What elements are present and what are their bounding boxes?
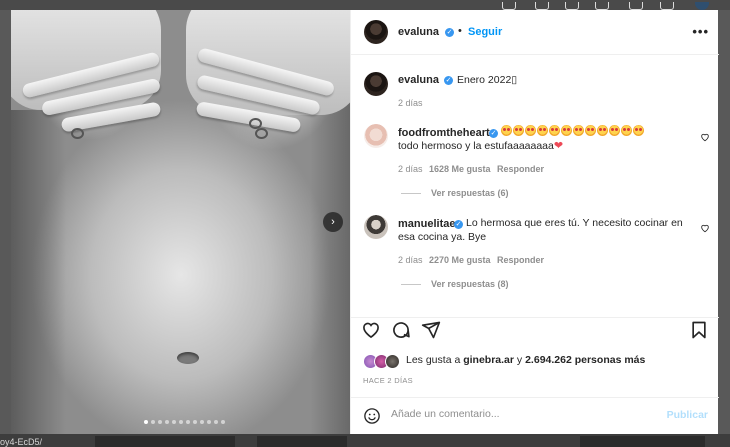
carousel-dot bbox=[200, 420, 204, 424]
smiling-hearts-emoji-icon bbox=[609, 125, 620, 136]
carousel-dot bbox=[207, 420, 211, 424]
verified-badge-icon: ✓ bbox=[445, 28, 454, 37]
image-detail bbox=[177, 352, 199, 364]
like-comment-heart-icon[interactable] bbox=[700, 223, 710, 233]
view-replies-button[interactable]: Ver respuestas (6) bbox=[431, 188, 509, 198]
comment-username[interactable]: foodfromtheheart bbox=[398, 127, 490, 139]
messenger-icon[interactable] bbox=[535, 2, 549, 10]
view-replies-button[interactable]: Ver respuestas (8) bbox=[431, 279, 509, 289]
post-timestamp[interactable]: HACE 2 DÍAS bbox=[363, 376, 413, 385]
carousel-dots bbox=[144, 420, 225, 424]
image-ring bbox=[71, 128, 84, 139]
comment-time[interactable]: 2 días bbox=[398, 164, 423, 174]
comment-likes[interactable]: 2270 Me gusta bbox=[429, 255, 491, 265]
reply-button[interactable]: Responder bbox=[497, 164, 544, 174]
home-icon[interactable] bbox=[502, 2, 516, 10]
smiling-hearts-emoji-icon bbox=[573, 125, 584, 136]
comment-bubble-icon[interactable] bbox=[391, 320, 411, 340]
comment-input[interactable] bbox=[391, 408, 651, 420]
carousel-next-button[interactable]: › bbox=[323, 212, 343, 232]
separator-dot: • bbox=[458, 25, 462, 37]
share-send-icon[interactable] bbox=[421, 320, 441, 340]
carousel-dot bbox=[144, 420, 148, 424]
verified-badge-icon: ✓ bbox=[444, 76, 453, 85]
author-username[interactable]: evaluna bbox=[398, 26, 439, 38]
comment-text-content: todo hermoso y la estufaaaaaaaa bbox=[398, 140, 554, 152]
caption-text: Enero 2022▯ bbox=[457, 74, 518, 86]
emoji-picker-icon[interactable] bbox=[363, 407, 381, 425]
smiling-hearts-emoji-icon bbox=[561, 125, 572, 136]
like-heart-icon[interactable] bbox=[361, 320, 381, 340]
liker-avatar[interactable] bbox=[385, 354, 400, 369]
post-image[interactable]: › bbox=[11, 10, 350, 434]
author-avatar[interactable] bbox=[364, 20, 388, 44]
smiling-hearts-emoji-icon bbox=[501, 125, 512, 136]
smiling-hearts-emoji-icon bbox=[525, 125, 536, 136]
post-header: evaluna ✓ • Seguir ••• bbox=[351, 10, 719, 55]
smiling-hearts-emoji-icon bbox=[597, 125, 608, 136]
grid-thumbnail[interactable] bbox=[257, 436, 347, 447]
comment-avatar[interactable] bbox=[364, 124, 388, 148]
comment-bar: Publicar bbox=[351, 397, 719, 434]
likes-prefix: Les gusta a bbox=[406, 354, 461, 366]
smiling-hearts-emoji-icon bbox=[513, 125, 524, 136]
page-background-top bbox=[0, 0, 730, 10]
follow-button[interactable]: Seguir bbox=[468, 26, 502, 38]
carousel-dot bbox=[221, 420, 225, 424]
image-shade bbox=[310, 90, 350, 434]
smiling-hearts-emoji-icon bbox=[621, 125, 632, 136]
post-side-panel: evaluna ✓ • Seguir ••• evaluna ✓ Enero 2… bbox=[350, 10, 719, 434]
comment-text: todo hermoso y la estufaaaaaaaa❤ bbox=[398, 139, 563, 153]
verified-badge-icon: ✓ bbox=[489, 129, 498, 138]
publish-button[interactable]: Publicar bbox=[667, 409, 708, 421]
heart-nav-icon[interactable] bbox=[660, 2, 674, 10]
more-options-icon[interactable]: ••• bbox=[692, 24, 709, 39]
carousel-dot bbox=[186, 420, 190, 424]
grid-thumbnail[interactable] bbox=[580, 436, 705, 447]
carousel-dot bbox=[158, 420, 162, 424]
likes-summary: Les gusta a ginebra.ar y 2.694.262 perso… bbox=[406, 354, 645, 366]
replies-divider bbox=[401, 193, 421, 194]
caption-avatar[interactable] bbox=[364, 72, 388, 96]
image-shade bbox=[11, 110, 66, 434]
smiling-hearts-emoji-icon bbox=[585, 125, 596, 136]
new-post-icon[interactable] bbox=[565, 2, 579, 10]
grid-thumbnail[interactable] bbox=[95, 436, 235, 447]
save-bookmark-icon[interactable] bbox=[689, 320, 709, 340]
liker-username[interactable]: ginebra.ar bbox=[463, 354, 514, 366]
image-ring bbox=[255, 128, 268, 139]
post-modal: › evaluna ✓ • Seguir ••• evaluna ✓ Enero… bbox=[11, 10, 719, 434]
comment-emoji-row bbox=[501, 125, 645, 139]
smiling-hearts-emoji-icon bbox=[549, 125, 560, 136]
smiling-hearts-emoji-icon bbox=[537, 125, 548, 136]
like-comment-heart-icon[interactable] bbox=[700, 132, 710, 142]
replies-divider bbox=[401, 284, 421, 285]
red-heart-icon: ❤ bbox=[553, 140, 564, 152]
comment-avatar[interactable] bbox=[364, 215, 388, 239]
carousel-dot bbox=[151, 420, 155, 424]
smiling-hearts-emoji-icon bbox=[633, 125, 644, 136]
likes-connector: y bbox=[516, 354, 523, 366]
explore-icon[interactable] bbox=[595, 2, 609, 10]
caption-time[interactable]: 2 días bbox=[398, 98, 423, 108]
carousel-dot bbox=[214, 420, 218, 424]
status-url: oy4-EcD5/ bbox=[0, 437, 43, 447]
likes-count[interactable]: 2.694.262 personas más bbox=[525, 354, 645, 366]
comment-likes[interactable]: 1628 Me gusta bbox=[429, 164, 491, 174]
activity-icon[interactable] bbox=[629, 2, 643, 10]
caption-username[interactable]: evaluna bbox=[398, 74, 439, 86]
actions-divider bbox=[351, 317, 719, 319]
carousel-dot bbox=[172, 420, 176, 424]
carousel-dot bbox=[193, 420, 197, 424]
carousel-dot bbox=[165, 420, 169, 424]
reply-button[interactable]: Responder bbox=[497, 255, 544, 265]
carousel-dot bbox=[179, 420, 183, 424]
comment-text: Lo hermosa que eres tú. Y necesito cocin… bbox=[398, 217, 683, 243]
comment-time[interactable]: 2 días bbox=[398, 255, 423, 265]
